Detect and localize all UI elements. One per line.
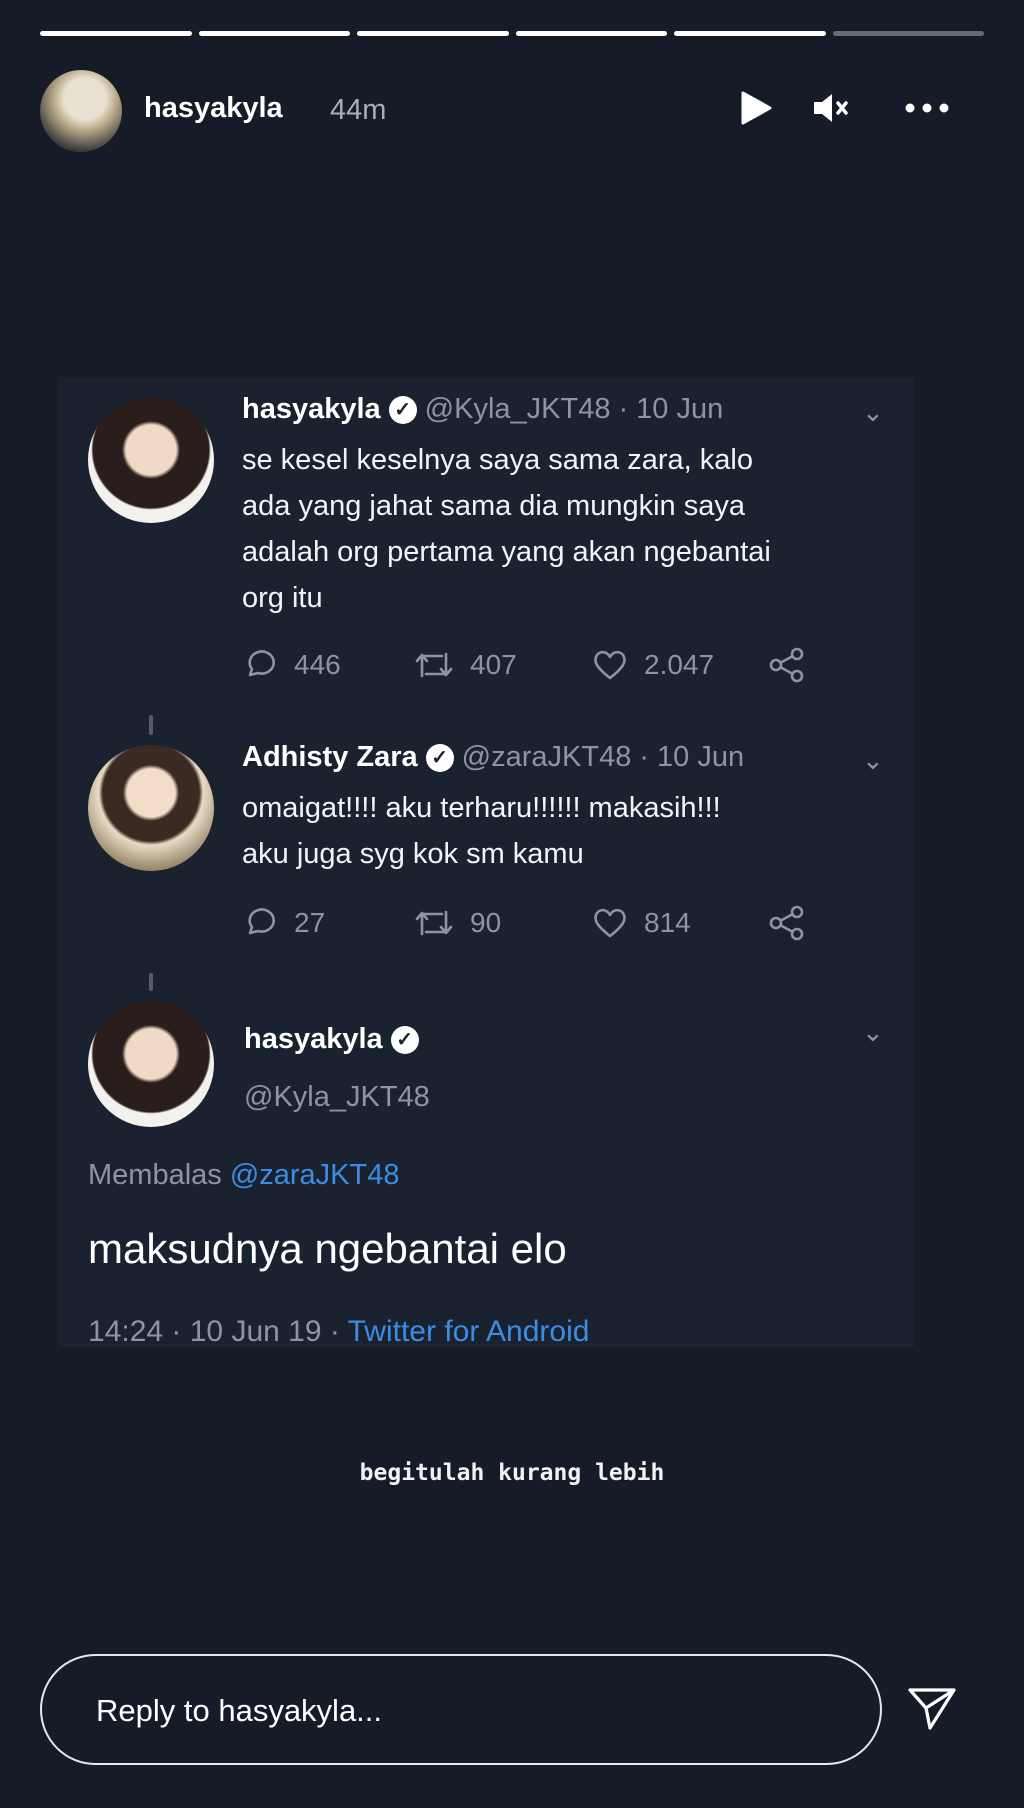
avatar [88, 745, 214, 871]
share-icon [769, 905, 804, 941]
tweet-text-line: org itu [242, 582, 323, 614]
tweet-author-name: hasyakyla [242, 393, 381, 425]
tweet-date: · 10 Jun [618, 393, 724, 425]
tweet-source: Twitter for Android [347, 1315, 590, 1348]
tweet-text-line: ada yang jahat sama dia mungkin saya [242, 490, 745, 522]
tweet-actions: 446 407 2.047 [244, 647, 806, 683]
reply-action: 27 [244, 907, 414, 939]
retweet-icon [415, 910, 453, 936]
tweet-date: · 10 Jun [639, 741, 745, 773]
story-progress-bar [40, 31, 984, 36]
replying-to: Membalas @zaraJKT48 [88, 1159, 400, 1192]
verified-badge-icon: ✓ [388, 395, 417, 424]
reply-input[interactable] [94, 1680, 838, 1742]
story-header: hasyakyla 44m [40, 68, 984, 152]
reply-count: 27 [294, 907, 326, 938]
like-action: 2.047 [592, 649, 768, 681]
like-count: 2.047 [644, 649, 715, 680]
tweet-handle: @zaraJKT48 [461, 741, 632, 773]
progress-segment [515, 31, 667, 36]
tweet-meta: 14:24 · 10 Jun 19 · Twitter for Android [88, 1315, 589, 1349]
share-icon [769, 647, 804, 683]
avatar [88, 397, 214, 523]
reply-action: 446 [244, 649, 414, 681]
tweet-header: Adhisty Zara ✓ @zaraJKT48 · 10 Jun [242, 741, 744, 774]
tweet-header: hasyakyla ✓ @Kyla_JKT48 · 10 Jun [242, 393, 723, 426]
reply-field[interactable] [40, 1654, 882, 1765]
progress-segment [40, 31, 192, 36]
retweet-icon [415, 652, 453, 678]
story-time: 44m [330, 94, 387, 126]
tweet-thread-screenshot: hasyakyla ✓ @Kyla_JKT48 · 10 Jun ⌄ se ke… [58, 377, 914, 1349]
tweet-author-name: Adhisty Zara [242, 741, 418, 773]
play-icon[interactable] [736, 88, 776, 128]
muted-speaker-icon[interactable] [810, 88, 854, 128]
chevron-down-icon: ⌄ [862, 1017, 884, 1047]
heart-icon [594, 908, 626, 938]
more-horizontal-icon[interactable] [902, 88, 952, 128]
tweet-text: omaigat!!!! aku terharu!!!!!! makasih!!!… [242, 785, 721, 877]
tweet-text-line: omaigat!!!! aku terharu!!!!!! makasih!!! [242, 792, 721, 824]
chevron-down-icon: ⌄ [862, 397, 884, 427]
tweet-text: maksudnya ngebantai elo [88, 1225, 567, 1272]
progress-segment [357, 31, 509, 36]
heart-icon [594, 650, 626, 680]
tweet-timestamp: 14:24 · 10 Jun 19 · [88, 1315, 348, 1348]
retweet-action: 90 [414, 907, 592, 939]
tweet-text: se kesel keselnya saya sama zara, kalo a… [242, 437, 771, 621]
replying-to-handle: @zaraJKT48 [229, 1159, 400, 1191]
progress-segment [198, 31, 350, 36]
reply-count: 446 [294, 649, 341, 680]
verified-badge-icon: ✓ [425, 743, 454, 772]
send-icon[interactable] [904, 1680, 960, 1736]
tweet-text-line: adalah org pertama yang akan ngebantai [242, 536, 771, 568]
story-username[interactable]: hasyakyla [144, 92, 283, 125]
retweet-action: 407 [414, 649, 592, 681]
thread-connector [149, 715, 153, 735]
tweet-handle: @Kyla_JKT48 [244, 1081, 430, 1113]
tweet-actions: 27 90 814 [244, 905, 806, 941]
story-caption: begitulah kurang lebih [359, 1460, 665, 1486]
replying-to-label: Membalas [88, 1159, 230, 1191]
progress-segment [674, 31, 826, 36]
tweet-text-line: aku juga syg kok sm kamu [242, 838, 584, 870]
verified-badge-icon: ✓ [390, 1025, 419, 1054]
like-count: 814 [644, 907, 691, 938]
tweet-handle: @Kyla_JKT48 [424, 393, 611, 425]
tweet-author-name: hasyakyla [244, 1023, 383, 1055]
reply-icon [248, 650, 276, 677]
retweet-count: 90 [470, 907, 502, 938]
reply-icon [248, 908, 276, 935]
tweet-text-line: se kesel keselnya saya sama zara, kalo [242, 444, 753, 476]
avatar [88, 1001, 214, 1127]
thread-connector [149, 973, 153, 991]
chevron-down-icon: ⌄ [862, 745, 884, 775]
like-action: 814 [592, 907, 768, 939]
tweet-header: hasyakyla ✓ [244, 1023, 419, 1056]
retweet-count: 407 [470, 649, 517, 680]
avatar[interactable] [40, 70, 122, 152]
progress-segment [832, 31, 984, 36]
